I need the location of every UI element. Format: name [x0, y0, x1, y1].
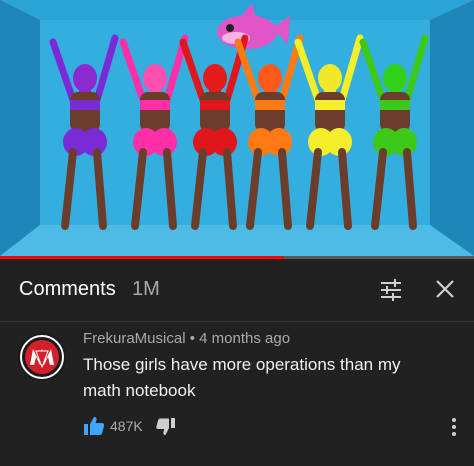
video-frame-image	[0, 0, 474, 256]
comment-time: 4 months ago	[199, 330, 291, 347]
like-button[interactable]	[83, 415, 105, 437]
like-count: 487K	[110, 418, 143, 434]
more-options-button[interactable]	[446, 415, 462, 439]
thumbs-up-icon	[84, 417, 105, 435]
comments-count: 1M	[132, 278, 160, 300]
meta-separator: •	[189, 330, 195, 347]
avatar-logo-image	[18, 333, 66, 381]
comment-author[interactable]: FrekuraMusical	[83, 330, 186, 347]
dislike-button[interactable]	[156, 417, 176, 437]
more-vertical-icon	[452, 418, 456, 436]
comment-actions: 487K	[83, 415, 283, 439]
comment-text: Those girls have more operations than my…	[83, 355, 401, 400]
sort-sliders-icon	[381, 279, 401, 301]
thumbs-down-icon	[156, 418, 175, 435]
comments-title: Comments	[19, 278, 116, 300]
comment-meta: FrekuraMusical • 4 months ago	[83, 330, 290, 347]
video-player[interactable]	[0, 0, 474, 256]
close-button[interactable]	[432, 276, 458, 302]
avatar[interactable]	[18, 333, 66, 381]
comment-item: FrekuraMusical • 4 months ago Those girl…	[0, 322, 474, 466]
sort-button[interactable]	[378, 278, 404, 302]
close-icon	[436, 280, 454, 298]
comments-header: Comments 1M	[0, 259, 474, 322]
